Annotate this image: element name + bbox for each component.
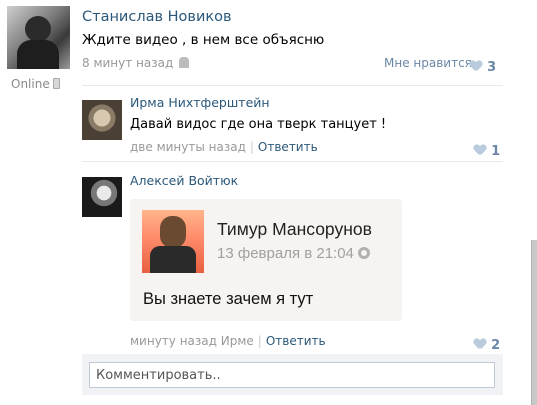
avatar-figure-head: [25, 16, 51, 42]
separator: |: [249, 140, 254, 154]
post-like-counter[interactable]: 3: [470, 56, 496, 75]
gear-icon: [357, 247, 370, 259]
post-timestamp[interactable]: 8 минут назад: [82, 56, 190, 70]
heart-icon[interactable]: [470, 61, 482, 72]
attached-screenshot[interactable]: Тимур Мансорунов 13 февраля в 21:04 Вы з…: [130, 199, 402, 321]
avatar-figure-body: [17, 40, 59, 69]
post-text: Ждите видео , в нем все объясню: [82, 32, 325, 48]
attachment-message: Вы знаете зачем я тут: [143, 290, 314, 308]
post-author-link[interactable]: Станислав Новиков: [82, 9, 232, 25]
reply-button[interactable]: Ответить: [258, 140, 318, 154]
divider: [82, 161, 503, 162]
photo-head: [160, 216, 186, 248]
comment-time[interactable]: минуту назад Ирме: [130, 334, 254, 348]
heart-icon[interactable]: [474, 145, 486, 156]
divider: [82, 85, 503, 86]
post-like-count: 3: [487, 60, 497, 75]
comment-input[interactable]: [89, 362, 495, 388]
online-label: Online: [11, 77, 50, 91]
online-status: Online: [11, 77, 60, 91]
attachment-profile-photo: [142, 210, 204, 273]
comment-like-count: 2: [491, 338, 501, 353]
attachment-date-text: 13 февраля в 21:04: [217, 245, 354, 262]
comment-meta: минуту назад Ирме | Ответить: [130, 334, 326, 348]
comment-like-counter[interactable]: 1: [474, 140, 500, 159]
comment-author-link[interactable]: Ирма Нихтферштейн: [130, 95, 270, 110]
comment-author-link[interactable]: Алексей Войтюк: [130, 173, 238, 188]
scrollbar[interactable]: [531, 240, 537, 405]
post-like-label[interactable]: Мне нравится: [384, 56, 472, 70]
android-icon: [179, 57, 190, 68]
post-like-button[interactable]: Мне нравится: [384, 56, 472, 70]
comment-text: Давай видос где она тверк танцует !: [130, 117, 387, 132]
separator: |: [257, 334, 262, 348]
attachment-name: Тимур Мансорунов: [217, 219, 372, 239]
mobile-icon: [52, 78, 60, 89]
comment-meta: две минуты назад | Ответить: [130, 140, 318, 154]
comment-avatar[interactable]: [82, 177, 122, 217]
comment-time[interactable]: две минуты назад: [130, 140, 246, 154]
reply-button[interactable]: Ответить: [266, 334, 326, 348]
post-time-label[interactable]: 8 минут назад: [82, 56, 173, 70]
comment-like-counter[interactable]: 2: [474, 334, 500, 353]
author-avatar[interactable]: [7, 6, 70, 69]
heart-icon[interactable]: [474, 339, 486, 350]
comment-like-count: 1: [491, 144, 501, 159]
comment-avatar[interactable]: [82, 100, 122, 140]
attachment-date: 13 февраля в 21:04: [217, 245, 370, 262]
photo-torso: [150, 246, 196, 273]
